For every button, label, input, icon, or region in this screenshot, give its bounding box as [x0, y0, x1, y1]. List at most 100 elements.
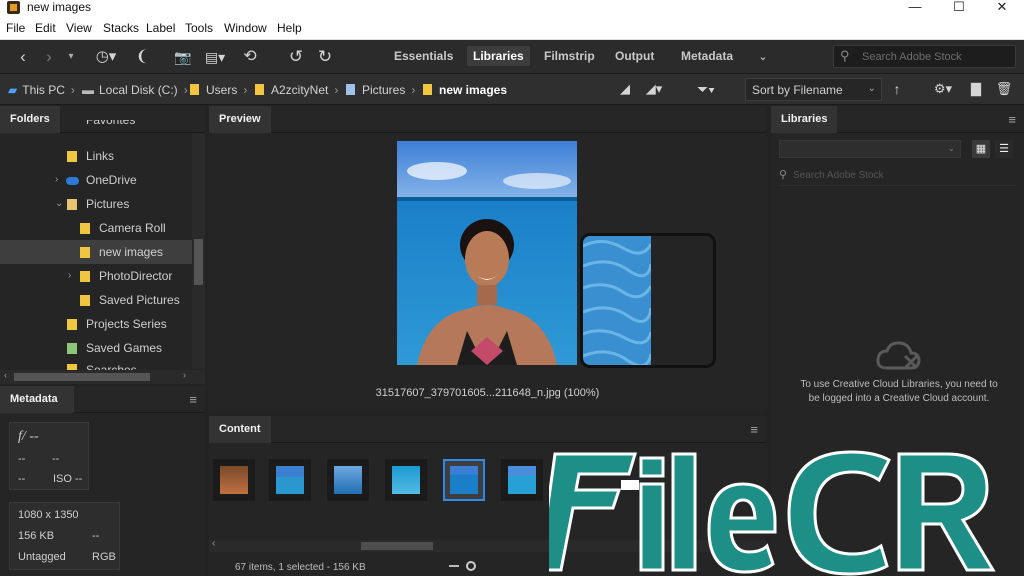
thumbnail-3[interactable]: [327, 459, 369, 501]
rating-filter-icon[interactable]: ◢▾: [640, 78, 668, 100]
preview-header: Preview: [209, 106, 766, 133]
library-search-placeholder: Search Adobe Stock: [793, 170, 884, 181]
libraries-panel: Libraries ≡ ⌄ ▦ ☰ ⚲ Search Adobe Stock T…: [771, 106, 1024, 576]
games-folder-icon: [67, 343, 77, 354]
tree-item-photodirector[interactable]: › PhotoDirector: [0, 264, 192, 288]
title-bar: new images — ☐ ✕: [0, 0, 1024, 16]
scrollbar-thumb[interactable]: [361, 542, 433, 550]
page-curl-overlay: [580, 233, 716, 368]
content-horizontal-scrollbar[interactable]: ‹: [209, 538, 766, 552]
breadcrumb-new-images[interactable]: new images: [423, 83, 507, 97]
ev-value: --: [52, 453, 60, 465]
metadata-header: Metadata ≡: [0, 386, 205, 413]
menu-help[interactable]: Help: [277, 21, 302, 35]
folders-vertical-scrollbar[interactable]: [192, 133, 205, 369]
thumbnail-4[interactable]: [385, 459, 427, 501]
search-icon: ⚲: [779, 169, 788, 181]
menu-file[interactable]: File: [6, 21, 25, 35]
chevron-right-icon[interactable]: ›: [55, 168, 58, 192]
panel-menu-icon[interactable]: ≡: [189, 392, 197, 407]
tab-essentials[interactable]: Essentials: [394, 49, 453, 63]
folder-icon: [190, 84, 199, 95]
library-dropdown[interactable]: ⌄: [779, 140, 961, 158]
minimize-button[interactable]: —: [900, 0, 930, 16]
stock-search-input[interactable]: [862, 49, 1012, 65]
breadcrumb-users[interactable]: Users ›: [190, 83, 247, 97]
tree-item-saved-games[interactable]: Saved Games: [0, 336, 192, 360]
preview-image[interactable]: [397, 141, 577, 365]
creative-cloud-offline-icon: [875, 338, 921, 374]
tree-item-pictures[interactable]: ⌄ Pictures: [0, 192, 192, 216]
delete-icon[interactable]: 🗑: [995, 78, 1013, 100]
chevron-down-icon[interactable]: ⌄: [55, 192, 63, 216]
open-recent-icon[interactable]: ⟲: [240, 46, 260, 68]
menu-tools[interactable]: Tools: [185, 21, 213, 35]
sort-ascending-icon[interactable]: ↑: [890, 78, 904, 100]
panel-menu-icon[interactable]: ≡: [750, 422, 758, 437]
list-view-icon[interactable]: ☰: [995, 140, 1013, 158]
menu-window[interactable]: Window: [224, 21, 267, 35]
camera-import-icon[interactable]: 📷: [173, 46, 193, 68]
tab-output[interactable]: Output: [615, 49, 654, 63]
tab-content[interactable]: Content: [209, 416, 271, 443]
rotate-left-icon[interactable]: ↺: [286, 46, 306, 68]
metadata-panel: Metadata ≡ f/ -- -- -- -- ISO -- 1080 x …: [0, 386, 205, 576]
tree-item-onedrive[interactable]: › OneDrive: [0, 168, 192, 192]
adobe-stock-search[interactable]: ⚲: [833, 45, 1016, 68]
breadcrumb-local-disk[interactable]: ▬ Local Disk (C:) ›: [82, 83, 188, 97]
drive-icon: ▬: [82, 83, 94, 97]
tree-item-projects-series[interactable]: Projects Series: [0, 312, 192, 336]
scrollbar-thumb[interactable]: [14, 373, 150, 381]
tab-libraries[interactable]: Libraries: [467, 46, 530, 66]
tab-preview[interactable]: Preview: [209, 106, 271, 133]
menu-stacks[interactable]: Stacks: [103, 21, 139, 35]
thumbnail-size-slider[interactable]: [466, 561, 476, 571]
menu-edit[interactable]: Edit: [35, 21, 56, 35]
thumbnail-6[interactable]: [501, 459, 543, 501]
grid-view-icon[interactable]: ▦: [972, 140, 990, 158]
library-search[interactable]: ⚲ Search Adobe Stock: [779, 168, 1017, 186]
tree-item-camera-roll[interactable]: Camera Roll: [0, 216, 192, 240]
breadcrumb-this-pc[interactable]: ▰ This PC ›: [8, 83, 75, 97]
folders-horizontal-scrollbar[interactable]: ‹ ›: [0, 370, 205, 384]
pictures-folder-icon: [67, 199, 77, 210]
thumbnail-5-selected[interactable]: [443, 459, 485, 501]
breadcrumb-a2zcitynet[interactable]: A2zcityNet ›: [255, 83, 338, 97]
forward-icon[interactable]: ›: [40, 46, 58, 68]
tree-item-favorites[interactable]: Favorites: [0, 120, 192, 134]
breadcrumb-pictures[interactable]: Pictures ›: [346, 83, 415, 97]
workspace-more-icon[interactable]: ⌄: [755, 46, 771, 68]
tab-metadata[interactable]: Metadata: [681, 49, 733, 63]
panel-menu-icon[interactable]: ≡: [1008, 112, 1016, 127]
tab-libraries-panel[interactable]: Libraries: [771, 106, 838, 133]
quality-icon[interactable]: ◢: [614, 78, 636, 100]
maximize-button[interactable]: ☐: [944, 0, 974, 16]
tree-item-searches[interactable]: Searches: [0, 362, 192, 370]
chevron-right-icon[interactable]: ›: [68, 264, 71, 288]
thumbnail-2[interactable]: [269, 459, 311, 501]
thumbnail-1[interactable]: [213, 459, 255, 501]
recent-history-icon[interactable]: ◷▾: [92, 46, 120, 68]
chevron-down-icon[interactable]: ▾: [64, 46, 78, 68]
filter-icon[interactable]: ⏷▾: [692, 78, 720, 100]
recent-folders-icon[interactable]: ⚙▾: [928, 78, 958, 100]
sort-dropdown[interactable]: Sort by Filename ⌄: [745, 78, 882, 101]
tree-item-links[interactable]: Links: [0, 144, 192, 168]
menu-view[interactable]: View: [66, 21, 92, 35]
scroll-left-icon[interactable]: ‹: [212, 538, 215, 549]
boomerang-icon[interactable]: ❨: [134, 46, 150, 68]
tab-metadata-panel[interactable]: Metadata: [0, 386, 74, 413]
tab-filmstrip[interactable]: Filmstrip: [544, 49, 595, 63]
tree-item-saved-pictures[interactable]: Saved Pictures: [0, 288, 192, 312]
scroll-right-icon[interactable]: ›: [183, 370, 186, 380]
tree-item-new-images[interactable]: new images: [0, 240, 205, 264]
zoom-out-icon[interactable]: [449, 565, 459, 567]
menu-label[interactable]: Label: [146, 21, 175, 35]
rotate-right-icon[interactable]: ↻: [315, 46, 335, 68]
refine-icon[interactable]: ▤▾: [200, 46, 230, 68]
back-icon[interactable]: ‹: [14, 46, 32, 68]
scrollbar-thumb[interactable]: [194, 239, 203, 285]
new-folder-icon[interactable]: ▇: [967, 78, 985, 100]
close-button[interactable]: ✕: [987, 0, 1017, 16]
scroll-left-icon[interactable]: ‹: [4, 370, 7, 380]
